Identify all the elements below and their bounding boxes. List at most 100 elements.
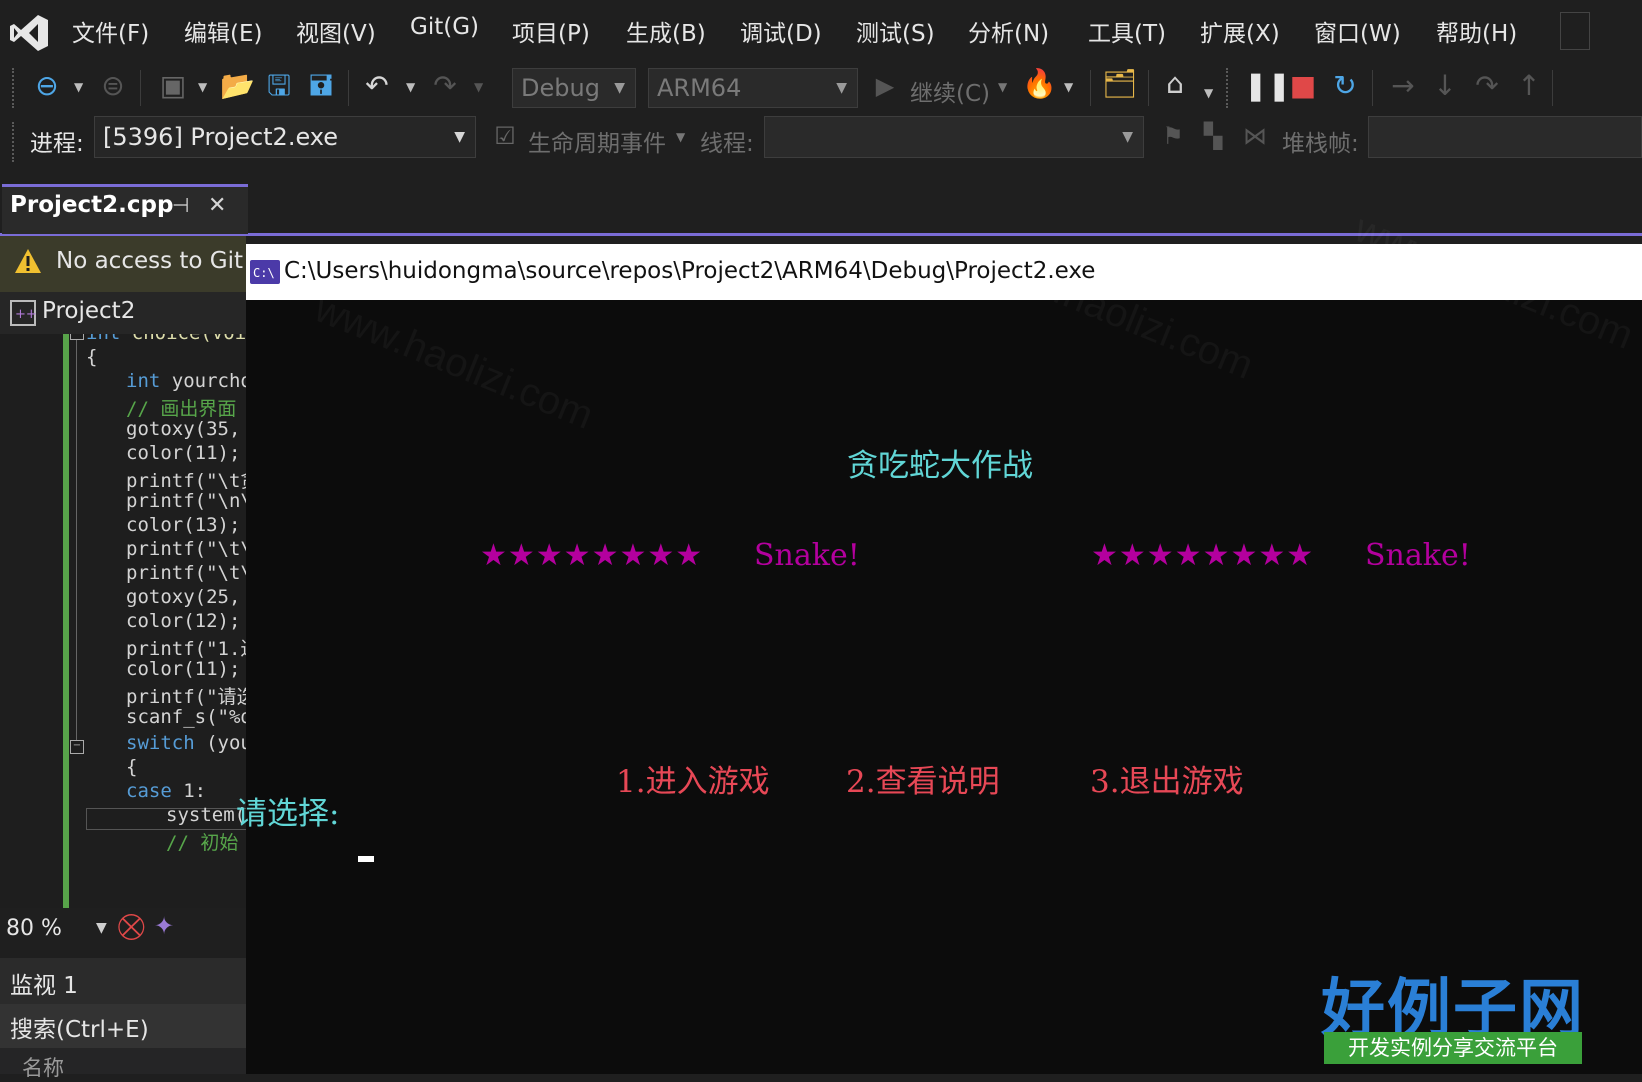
lifecycle-dropdown-icon[interactable]: ▼ (676, 130, 685, 144)
standard-toolbar: ⊖ ▼ ⊜ ▣ ▼ 📂 🖫 🖬 ↶ ▼ ↷ ▼ Debug ▼ ARM64 ▼ … (0, 62, 1642, 116)
intellicode-icon[interactable]: ✦ (154, 912, 174, 940)
undo-icon[interactable]: ↶ (360, 70, 394, 102)
navigate-forward-icon: ⊜ (101, 69, 125, 102)
collapse-toggle-icon[interactable]: − (70, 334, 84, 340)
watch-column-header: 名称 (0, 1048, 246, 1080)
navigate-back-icon[interactable]: ⊖ (30, 70, 64, 102)
restart-icon[interactable]: ↻ (1328, 70, 1362, 102)
tab-project2-cpp[interactable]: Project2.cpp ⊣ ✕ (2, 184, 248, 234)
menu-bar: 文件(F) 编辑(E) 视图(V) Git(G) 项目(P) 生成(B) 调试(… (0, 0, 1642, 62)
toolbar-grip[interactable] (12, 68, 20, 108)
continue-dropdown-icon[interactable]: ▼ (998, 80, 1007, 94)
back-dropdown-icon[interactable]: ▼ (74, 80, 83, 94)
undo-dropdown-icon[interactable]: ▼ (406, 80, 415, 94)
column-name-header[interactable]: 名称 (22, 1052, 64, 1082)
process-label: 进程: (30, 131, 84, 157)
menu-help[interactable]: 帮助(H) (1436, 14, 1517, 48)
save-all-icon[interactable]: 🖬 (304, 70, 338, 102)
menu-project[interactable]: 项目(P) (512, 14, 590, 48)
menu-tools[interactable]: 工具(T) (1088, 14, 1166, 48)
code-keyword: int (86, 334, 120, 344)
save-icon[interactable]: 🖫 (262, 70, 296, 102)
change-tracking-margin (63, 334, 69, 908)
open-folder-icon[interactable]: 📂 (220, 70, 255, 102)
stack-frame-select[interactable] (1368, 116, 1642, 158)
process-select[interactable]: [5396] Project2.exe ▼ (94, 116, 476, 158)
console-app-icon-text: C:\ (253, 266, 275, 280)
code-line: color(11); (126, 442, 241, 464)
chevron-down-icon: ▼ (1122, 129, 1133, 145)
code-line: system( (166, 804, 246, 826)
menu-build[interactable]: 生成(B) (626, 14, 706, 48)
close-icon[interactable]: ✕ (208, 193, 226, 218)
lifecycle-events-button[interactable]: 生命周期事件 (528, 124, 666, 158)
browser-link-icon[interactable]: ⌂ (1158, 68, 1192, 100)
watermark-text: www.haolizi.com (308, 286, 600, 438)
show-threads-icon[interactable]: ▚ (1196, 120, 1230, 152)
process-value: [5396] Project2.exe (103, 123, 339, 151)
menu-view[interactable]: 视图(V) (296, 14, 376, 48)
project-scope-select[interactable]: Project2 (42, 298, 135, 324)
layout-dropdown-icon[interactable]: ▼ (1204, 86, 1213, 100)
menu-window[interactable]: 窗口(W) (1314, 14, 1401, 48)
no-issues-found-icon[interactable]: ⛒ (118, 912, 145, 943)
step-out-icon: ↑ (1517, 69, 1541, 102)
code-line: { (126, 756, 138, 778)
code-line: int yourcho (126, 370, 246, 392)
watermark-logo-subtitle: 开发实例分享交流平台 (1324, 1032, 1582, 1064)
solution-platform-value: ARM64 (657, 74, 742, 102)
visual-studio-logo-icon[interactable] (8, 12, 50, 54)
stop-debugging-icon[interactable]: ■ (1286, 70, 1320, 102)
chevron-down-icon[interactable]: ▼ (96, 920, 107, 936)
solution-platform-select[interactable]: ARM64 ▼ (648, 68, 858, 108)
flag-thread-icon[interactable]: ⚑ (1156, 120, 1190, 152)
hot-reload-icon[interactable]: 🔥 (1022, 68, 1057, 100)
code-comment: // 初始 (166, 832, 239, 854)
hot-reload-dropdown-icon[interactable]: ▼ (1064, 80, 1073, 94)
find-in-files-icon[interactable]: 🗂 (1102, 68, 1138, 100)
search-box-edge[interactable] (1560, 12, 1590, 50)
menu-extensions[interactable]: 扩展(X) (1200, 14, 1280, 48)
toolbar-separator (1372, 70, 1373, 106)
redo-dropdown-icon: ▼ (474, 80, 484, 94)
console-cursor (358, 856, 374, 862)
menu-option-view-help: 2.查看说明 (846, 764, 1000, 800)
solution-config-select[interactable]: Debug ▼ (512, 68, 636, 108)
menu-debug[interactable]: 调试(D) (740, 14, 822, 48)
menu-test[interactable]: 测试(S) (856, 14, 935, 48)
code-line: printf("请选 (126, 686, 246, 708)
redo-icon: ↷ (433, 69, 457, 102)
code-text: yourcho (160, 370, 246, 392)
lifecycle-events-icon[interactable]: ☑ (488, 120, 522, 152)
code-line: color(12); (126, 610, 241, 632)
tab-title: Project2.cpp (10, 192, 174, 218)
thread-select[interactable]: ▼ (764, 116, 1144, 158)
new-project-icon[interactable]: ▣ (156, 70, 190, 102)
code-line: printf("\t\ (126, 562, 246, 584)
break-all-pause-icon[interactable]: ❚❚ (1244, 70, 1291, 102)
code-line: printf("1.进 (126, 638, 246, 660)
haolizi-watermark-logo: 好例子网 开发实例分享交流平台 (1318, 958, 1588, 1068)
code-editor[interactable]: − − int choice(void { int yourcho // 画出界… (0, 334, 246, 908)
project-icon: ++ (10, 300, 36, 326)
toggle-stack-icon[interactable]: ⋈ (1238, 120, 1272, 152)
code-text: 1: (171, 780, 207, 802)
menu-git[interactable]: Git(G) (410, 14, 479, 40)
pin-tab-icon[interactable]: ⊣ (172, 193, 189, 217)
toolbar-grip[interactable] (12, 122, 20, 162)
zoom-level-select[interactable]: 80 % (6, 916, 62, 941)
toolbar-separator (348, 70, 349, 106)
menu-file[interactable]: 文件(F) (72, 14, 149, 48)
continue-play-icon[interactable]: ▶ (868, 70, 902, 102)
code-line: { (86, 346, 98, 368)
toolbar-separator (140, 70, 141, 106)
menu-analyze[interactable]: 分析(N) (968, 14, 1049, 48)
collapse-toggle-icon[interactable]: − (70, 740, 84, 754)
watch-search-input[interactable]: 搜索(Ctrl+E) (0, 1004, 246, 1048)
menu-option-enter-game: 1.进入游戏 (616, 764, 770, 800)
menu-edit[interactable]: 编辑(E) (184, 14, 262, 48)
warning-text: No access to Git (56, 248, 244, 274)
continue-button[interactable]: 继续(C) (910, 74, 990, 108)
new-dropdown-icon[interactable]: ▼ (198, 80, 207, 94)
toolbar-grip[interactable] (1226, 68, 1234, 108)
